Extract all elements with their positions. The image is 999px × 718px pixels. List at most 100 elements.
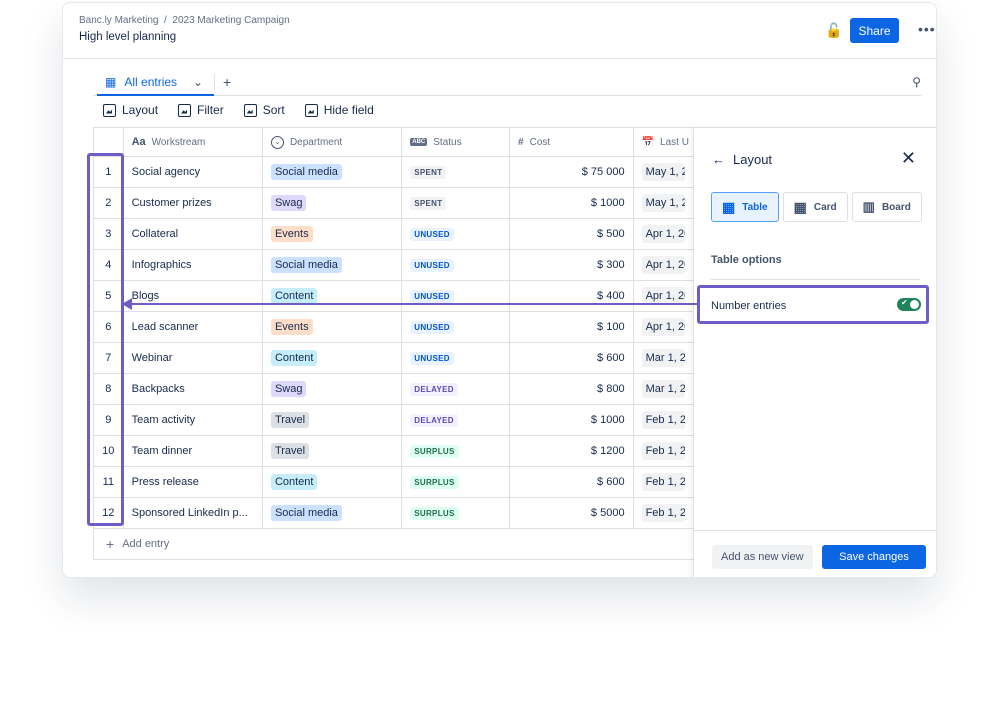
cost-cell[interactable]: $ 1000 bbox=[510, 188, 634, 218]
table-row[interactable]: 1 Social agency Social media SPENT $ 75 … bbox=[94, 157, 693, 188]
table-row[interactable]: 3 Collateral Events UNUSED $ 500 Apr 1, … bbox=[94, 219, 693, 250]
workstream-cell[interactable]: Lead scanner bbox=[124, 312, 263, 342]
workstream-cell[interactable]: Social agency bbox=[124, 157, 263, 187]
last-updated-cell[interactable]: Mar 1, 20 bbox=[634, 343, 693, 373]
last-updated-cell[interactable]: Apr 1, 20 bbox=[634, 281, 693, 311]
table-row[interactable]: 2 Customer prizes Swag SPENT $ 1000 May … bbox=[94, 188, 693, 219]
layout-card-button[interactable]: ▦ Card bbox=[782, 192, 848, 222]
cost-cell[interactable]: $ 600 bbox=[510, 467, 634, 497]
table-row[interactable]: 6 Lead scanner Events UNUSED $ 100 Apr 1… bbox=[94, 312, 693, 343]
table-row[interactable]: 7 Webinar Content UNUSED $ 600 Mar 1, 20 bbox=[94, 343, 693, 374]
cost-cell[interactable]: $ 400 bbox=[510, 281, 634, 311]
cost-cell[interactable]: $ 100 bbox=[510, 312, 634, 342]
last-updated-cell[interactable]: Feb 1, 20 bbox=[634, 467, 693, 497]
workstream-cell[interactable]: Infographics bbox=[124, 250, 263, 280]
department-cell[interactable]: Social media bbox=[263, 157, 403, 187]
department-cell[interactable]: Content bbox=[263, 281, 403, 311]
last-updated-cell[interactable]: Feb 1, 20 bbox=[634, 498, 693, 528]
workstream-cell[interactable]: Customer prizes bbox=[124, 188, 263, 218]
department-cell[interactable]: Events bbox=[263, 219, 403, 249]
department-cell[interactable]: Travel bbox=[263, 436, 403, 466]
status-cell[interactable]: UNUSED bbox=[402, 343, 511, 373]
workstream-cell[interactable]: Backpacks bbox=[124, 374, 263, 404]
table-row[interactable]: 10 Team dinner Travel SURPLUS $ 1200 Feb… bbox=[94, 436, 693, 467]
status-cell[interactable]: SPENT bbox=[402, 188, 511, 218]
cost-cell[interactable]: $ 600 bbox=[510, 343, 634, 373]
more-icon[interactable]: ••• bbox=[918, 21, 936, 37]
hide-field-button[interactable]: Hide field bbox=[304, 103, 374, 117]
table-row[interactable]: 5 Blogs Content UNUSED $ 400 Apr 1, 20 bbox=[94, 281, 693, 312]
department-cell[interactable]: Swag bbox=[263, 188, 403, 218]
layout-table-button[interactable]: ▦ Table bbox=[711, 192, 779, 222]
header-workstream[interactable]: Aa Workstream bbox=[124, 128, 263, 156]
department-cell[interactable]: Social media bbox=[263, 498, 403, 528]
filter-button[interactable]: Filter bbox=[178, 103, 224, 117]
cost-cell[interactable]: $ 75 000 bbox=[510, 157, 634, 187]
header-department[interactable]: ⌄ Department bbox=[263, 128, 403, 156]
cost-cell[interactable]: $ 300 bbox=[510, 250, 634, 280]
department-cell[interactable]: Swag bbox=[263, 374, 403, 404]
status-cell[interactable]: SURPLUS bbox=[402, 498, 511, 528]
status-cell[interactable]: DELAYED bbox=[402, 374, 511, 404]
workstream-cell[interactable]: Team activity bbox=[124, 405, 263, 435]
search-icon[interactable]: ⚲ bbox=[912, 75, 921, 89]
page-title: High level planning bbox=[79, 31, 177, 43]
last-updated-cell[interactable]: Feb 1, 20 bbox=[634, 405, 693, 435]
layout-board-button[interactable]: ▥ Board bbox=[851, 192, 922, 222]
workstream-cell[interactable]: Collateral bbox=[124, 219, 263, 249]
workstream-cell[interactable]: Webinar bbox=[124, 343, 263, 373]
table-row[interactable]: 9 Team activity Travel DELAYED $ 1000 Fe… bbox=[94, 405, 693, 436]
workstream-cell[interactable]: Sponsored LinkedIn p... bbox=[124, 498, 263, 528]
status-cell[interactable]: UNUSED bbox=[402, 250, 511, 280]
status-cell[interactable]: SURPLUS bbox=[402, 436, 511, 466]
back-arrow-icon[interactable]: ← bbox=[712, 152, 725, 167]
cost-cell[interactable]: $ 800 bbox=[510, 374, 634, 404]
layout-button[interactable]: Layout bbox=[103, 103, 158, 117]
share-button[interactable]: Share bbox=[850, 18, 899, 43]
status-cell[interactable]: UNUSED bbox=[402, 281, 511, 311]
department-cell[interactable]: Content bbox=[263, 467, 403, 497]
department-cell[interactable]: Social media bbox=[263, 250, 403, 280]
workstream-cell[interactable]: Blogs bbox=[124, 281, 263, 311]
last-updated-cell[interactable]: May 1, 2 bbox=[634, 188, 693, 218]
add-entry-button[interactable]: + Add entry bbox=[94, 529, 693, 560]
sort-button[interactable]: Sort bbox=[243, 103, 285, 117]
table-row[interactable]: 11 Press release Content SURPLUS $ 600 F… bbox=[94, 467, 693, 498]
last-updated-cell[interactable]: Mar 1, 20 bbox=[634, 374, 693, 404]
breadcrumb-project[interactable]: 2023 Marketing Campaign bbox=[172, 15, 289, 26]
add-as-new-view-button[interactable]: Add as new view bbox=[712, 545, 813, 569]
department-cell[interactable]: Travel bbox=[263, 405, 403, 435]
workstream-cell[interactable]: Press release bbox=[124, 467, 263, 497]
close-icon[interactable]: ✕ bbox=[901, 148, 916, 169]
save-changes-button[interactable]: Save changes bbox=[822, 545, 926, 569]
status-cell[interactable]: DELAYED bbox=[402, 405, 511, 435]
status-cell[interactable]: UNUSED bbox=[402, 312, 511, 342]
table-row[interactable]: 8 Backpacks Swag DELAYED $ 800 Mar 1, 20 bbox=[94, 374, 693, 405]
header-last-updated[interactable]: 📅 Last U bbox=[634, 128, 693, 156]
cost-cell[interactable]: $ 1000 bbox=[510, 405, 634, 435]
last-updated-cell[interactable]: Apr 1, 20 bbox=[634, 250, 693, 280]
status-cell[interactable]: SPENT bbox=[402, 157, 511, 187]
header-cost[interactable]: # Cost bbox=[510, 128, 634, 156]
header-label: Cost bbox=[529, 136, 551, 148]
workstream-cell[interactable]: Team dinner bbox=[124, 436, 263, 466]
last-updated-cell[interactable]: May 1, 2 bbox=[634, 157, 693, 187]
status-cell[interactable]: UNUSED bbox=[402, 219, 511, 249]
unlock-icon[interactable]: 🔓 bbox=[825, 22, 842, 39]
department-cell[interactable]: Content bbox=[263, 343, 403, 373]
status-cell[interactable]: SURPLUS bbox=[402, 467, 511, 497]
last-updated-cell[interactable]: Apr 1, 20 bbox=[634, 312, 693, 342]
breadcrumb-space[interactable]: Banc.ly Marketing bbox=[79, 15, 158, 26]
department-cell[interactable]: Events bbox=[263, 312, 403, 342]
tab-all-entries[interactable]: ▦ All entries ⌄ bbox=[97, 69, 214, 96]
add-view-icon[interactable]: + bbox=[223, 74, 231, 90]
last-updated-cell[interactable]: Apr 1, 20 bbox=[634, 219, 693, 249]
cost-cell[interactable]: $ 500 bbox=[510, 219, 634, 249]
table-row[interactable]: 4 Infographics Social media UNUSED $ 300… bbox=[94, 250, 693, 281]
cost-cell[interactable]: $ 1200 bbox=[510, 436, 634, 466]
header-status[interactable]: ABC Status bbox=[402, 128, 511, 156]
table-row[interactable]: 12 Sponsored LinkedIn p... Social media … bbox=[94, 498, 693, 529]
last-updated-cell[interactable]: Feb 1, 20 bbox=[634, 436, 693, 466]
cost-cell[interactable]: $ 5000 bbox=[510, 498, 634, 528]
chevron-down-icon[interactable]: ⌄ bbox=[193, 75, 203, 89]
